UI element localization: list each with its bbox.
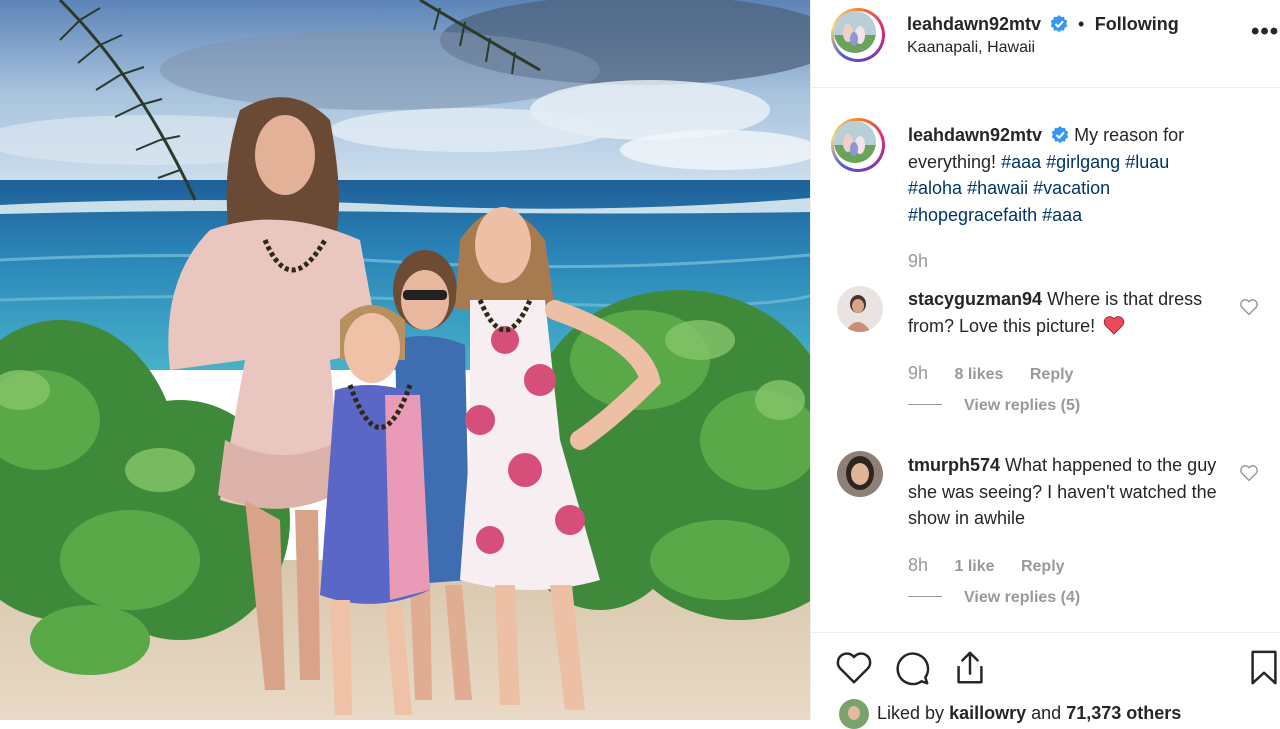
author-username[interactable]: leahdawn92mtv — [907, 14, 1041, 34]
comment-username[interactable]: tmurph574 — [908, 455, 1000, 475]
view-replies-label: View replies (5) — [964, 397, 1081, 414]
hashtag-link[interactable]: #aloha — [908, 178, 962, 198]
avatar-thumbnail-icon — [837, 286, 883, 332]
liker-avatar[interactable] — [839, 699, 869, 729]
separator-dot: • — [1077, 14, 1085, 34]
red-heart-emoji-icon — [1103, 315, 1125, 335]
reply-button[interactable]: Reply — [1030, 366, 1074, 383]
replies-divider — [908, 404, 942, 405]
comment-2: tmurph574 What happened to the guy she w… — [908, 452, 1228, 532]
liked-by-middle: and — [1031, 703, 1062, 723]
comment-1: stacyguzman94 Where is that dress from? … — [908, 286, 1228, 339]
post-header: leahdawn92mtv • Following Kaanapali, Haw… — [811, 0, 1280, 88]
hashtag-link[interactable]: #aaa — [1001, 152, 1041, 172]
post-side-panel: leahdawn92mtv • Following Kaanapali, Haw… — [810, 0, 1280, 729]
post-action-bar: Liked by kaillowry and 71,373 others — [811, 632, 1280, 729]
avatar-thumbnail-icon — [837, 451, 883, 497]
verified-badge-icon — [1051, 126, 1069, 144]
comment-age[interactable]: 9h — [908, 363, 928, 383]
like-comment-heart-icon[interactable] — [1239, 298, 1259, 316]
caption-age[interactable]: 9h — [908, 251, 928, 272]
hashtag-link[interactable]: #aaa — [1042, 205, 1082, 225]
caption-author-avatar[interactable] — [831, 118, 885, 172]
hashtag-link[interactable]: #hawaii — [967, 178, 1028, 198]
liked-by-summary: Liked by kaillowry and 71,373 others — [877, 703, 1181, 724]
commenter-avatar[interactable] — [837, 286, 883, 332]
caption-username[interactable]: leahdawn92mtv — [908, 125, 1042, 145]
like-comment-heart-icon[interactable] — [1239, 464, 1259, 482]
comment-username[interactable]: stacyguzman94 — [908, 289, 1042, 309]
liked-by-user[interactable]: kaillowry — [949, 703, 1026, 723]
like-heart-icon[interactable] — [835, 649, 873, 687]
avatar-thumbnail-icon — [834, 121, 876, 163]
commenter-avatar[interactable] — [837, 451, 883, 497]
hashtag-link[interactable]: #hopegracefaith — [908, 205, 1037, 225]
comment-likes[interactable]: 8 likes — [954, 366, 1003, 383]
post-photo[interactable] — [0, 0, 810, 720]
comment-age[interactable]: 8h — [908, 555, 928, 575]
beach-photo-image — [0, 0, 810, 720]
save-bookmark-icon[interactable] — [1247, 649, 1280, 687]
avatar-thumbnail-icon — [834, 11, 876, 53]
header-title-row: leahdawn92mtv • Following — [907, 14, 1179, 35]
comment-meta: 8h 1 like Reply — [908, 555, 1087, 576]
view-replies-label: View replies (4) — [964, 589, 1081, 606]
replies-divider — [908, 596, 942, 597]
view-replies-button[interactable]: View replies (5) — [908, 397, 1080, 415]
reply-button[interactable]: Reply — [1021, 558, 1065, 575]
hashtag-link[interactable]: #girlgang — [1046, 152, 1120, 172]
liked-by-count[interactable]: 71,373 others — [1066, 703, 1181, 723]
comment-meta: 9h 8 likes Reply — [908, 363, 1095, 384]
hashtag-link[interactable]: #vacation — [1033, 178, 1110, 198]
more-options-icon[interactable]: ••• — [1251, 18, 1279, 46]
view-replies-button[interactable]: View replies (4) — [908, 589, 1080, 607]
avatar-thumbnail-icon — [839, 699, 869, 729]
author-avatar[interactable] — [831, 8, 885, 62]
post-location[interactable]: Kaanapali, Hawaii — [907, 39, 1035, 57]
post-caption: leahdawn92mtv My reason for everything! … — [908, 122, 1228, 228]
hashtag-link[interactable]: #luau — [1125, 152, 1169, 172]
verified-badge-icon — [1050, 15, 1067, 33]
follow-status-button[interactable]: Following — [1095, 14, 1179, 34]
comment-likes[interactable]: 1 like — [954, 558, 994, 575]
liked-by-prefix: Liked by — [877, 703, 945, 723]
comment-bubble-icon[interactable] — [893, 649, 931, 687]
share-upload-icon[interactable] — [951, 649, 989, 687]
